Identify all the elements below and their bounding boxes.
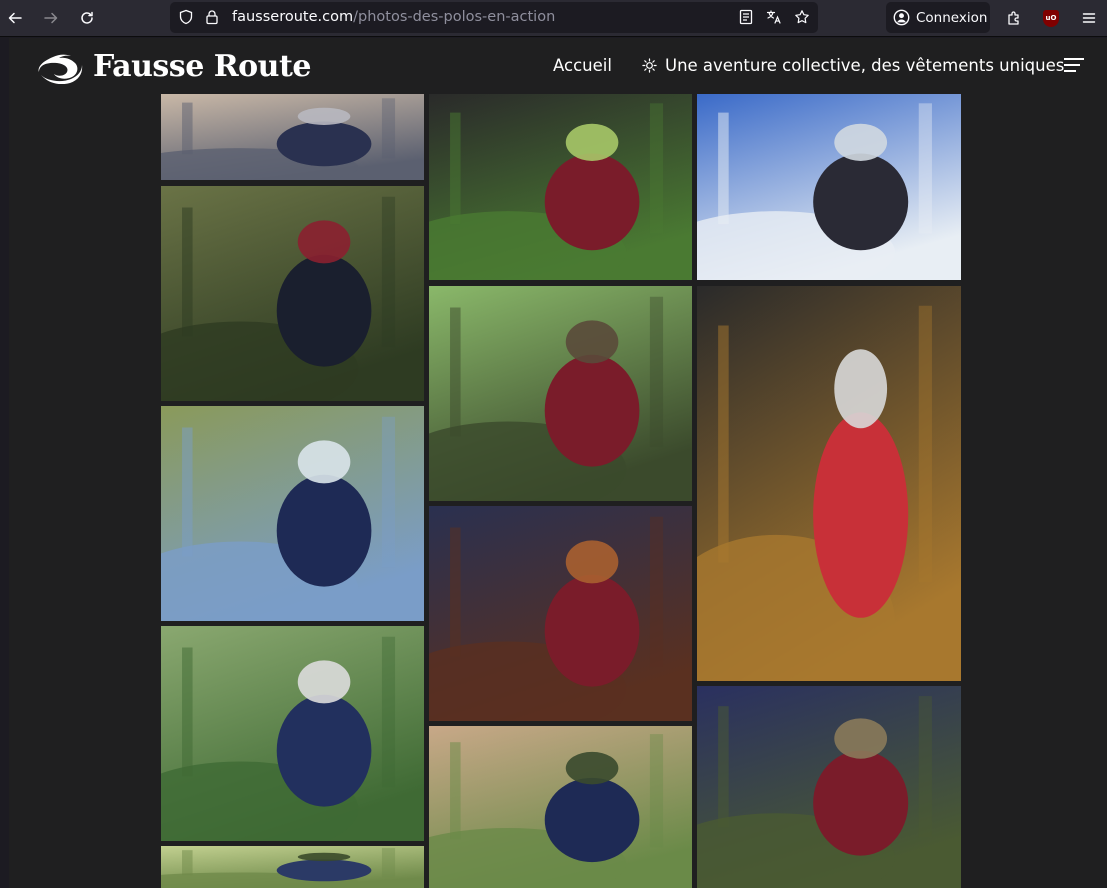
forward-button[interactable] xyxy=(38,5,64,31)
gallery-photo[interactable] xyxy=(161,94,424,180)
photo-image xyxy=(161,186,424,401)
gallery-photo[interactable] xyxy=(429,286,692,501)
menu-line xyxy=(1064,58,1084,60)
photo-image xyxy=(161,406,424,621)
web-page: Fausse Route Accueil Une aventure collec… xyxy=(9,38,1107,888)
photo-image xyxy=(429,94,692,280)
sun-icon xyxy=(642,58,657,73)
photo-image xyxy=(429,506,692,721)
menu-line xyxy=(1064,70,1076,72)
logo-swirl-icon xyxy=(38,54,83,84)
back-button[interactable] xyxy=(2,5,28,31)
nav-home[interactable]: Accueil xyxy=(553,56,612,75)
photo-image xyxy=(697,94,961,280)
photo-image xyxy=(429,726,692,888)
photo-image xyxy=(161,626,424,841)
gallery-photo[interactable] xyxy=(429,94,692,280)
gallery-photo[interactable] xyxy=(697,94,961,280)
hamburger-icon xyxy=(1082,13,1096,23)
site-menu-button[interactable] xyxy=(1064,58,1084,74)
puzzle-icon xyxy=(1008,11,1019,25)
arrow-left-icon xyxy=(8,12,22,24)
browser-toolbar: fausseroute.com/photos-des-polos-en-acti… xyxy=(0,0,1107,37)
translate-icon[interactable] xyxy=(766,9,782,25)
reload-icon xyxy=(81,11,93,24)
login-label: Connexion xyxy=(916,9,988,26)
nav-aventure[interactable]: Une aventure collective, des vêtements u… xyxy=(642,56,1064,75)
url-path: /photos-des-polos-en-action xyxy=(353,9,556,25)
shield-icon[interactable] xyxy=(178,9,194,25)
app-menu-button[interactable] xyxy=(1077,6,1101,30)
photo-image xyxy=(697,686,961,888)
login-button[interactable]: Connexion xyxy=(886,2,990,33)
arrow-right-icon xyxy=(44,12,58,24)
reload-button[interactable] xyxy=(74,5,100,31)
account-icon xyxy=(893,9,910,26)
logo-text: Fausse Route xyxy=(93,49,311,84)
reader-view-icon[interactable] xyxy=(738,9,754,25)
photo-image xyxy=(161,846,424,888)
gallery-photo[interactable] xyxy=(161,846,424,888)
gallery-photo[interactable] xyxy=(697,286,961,681)
menu-line xyxy=(1064,64,1080,66)
site-header: Fausse Route Accueil Une aventure collec… xyxy=(9,38,1107,94)
gallery-photo[interactable] xyxy=(161,186,424,401)
lock-icon[interactable] xyxy=(204,9,220,25)
gallery-photo[interactable] xyxy=(161,626,424,841)
site-logo[interactable]: Fausse Route xyxy=(35,49,311,84)
url-text[interactable]: fausseroute.com/photos-des-polos-en-acti… xyxy=(232,9,555,25)
photo-image xyxy=(429,286,692,501)
url-bar[interactable]: fausseroute.com/photos-des-polos-en-acti… xyxy=(170,2,818,33)
nav-aventure-label: Une aventure collective, des vêtements u… xyxy=(665,56,1065,75)
ublock-button[interactable]: uO xyxy=(1039,6,1063,30)
gallery-photo[interactable] xyxy=(161,406,424,621)
extensions-button[interactable] xyxy=(1002,6,1026,30)
bookmark-star-icon[interactable] xyxy=(794,9,810,25)
gallery-photo[interactable] xyxy=(697,686,961,888)
photo-image xyxy=(161,94,424,180)
ublock-icon: uO xyxy=(1043,9,1059,27)
photo-image xyxy=(697,286,961,681)
url-domain: fausseroute.com xyxy=(232,9,354,25)
gallery-photo[interactable] xyxy=(429,726,692,888)
gallery-photo[interactable] xyxy=(429,506,692,721)
